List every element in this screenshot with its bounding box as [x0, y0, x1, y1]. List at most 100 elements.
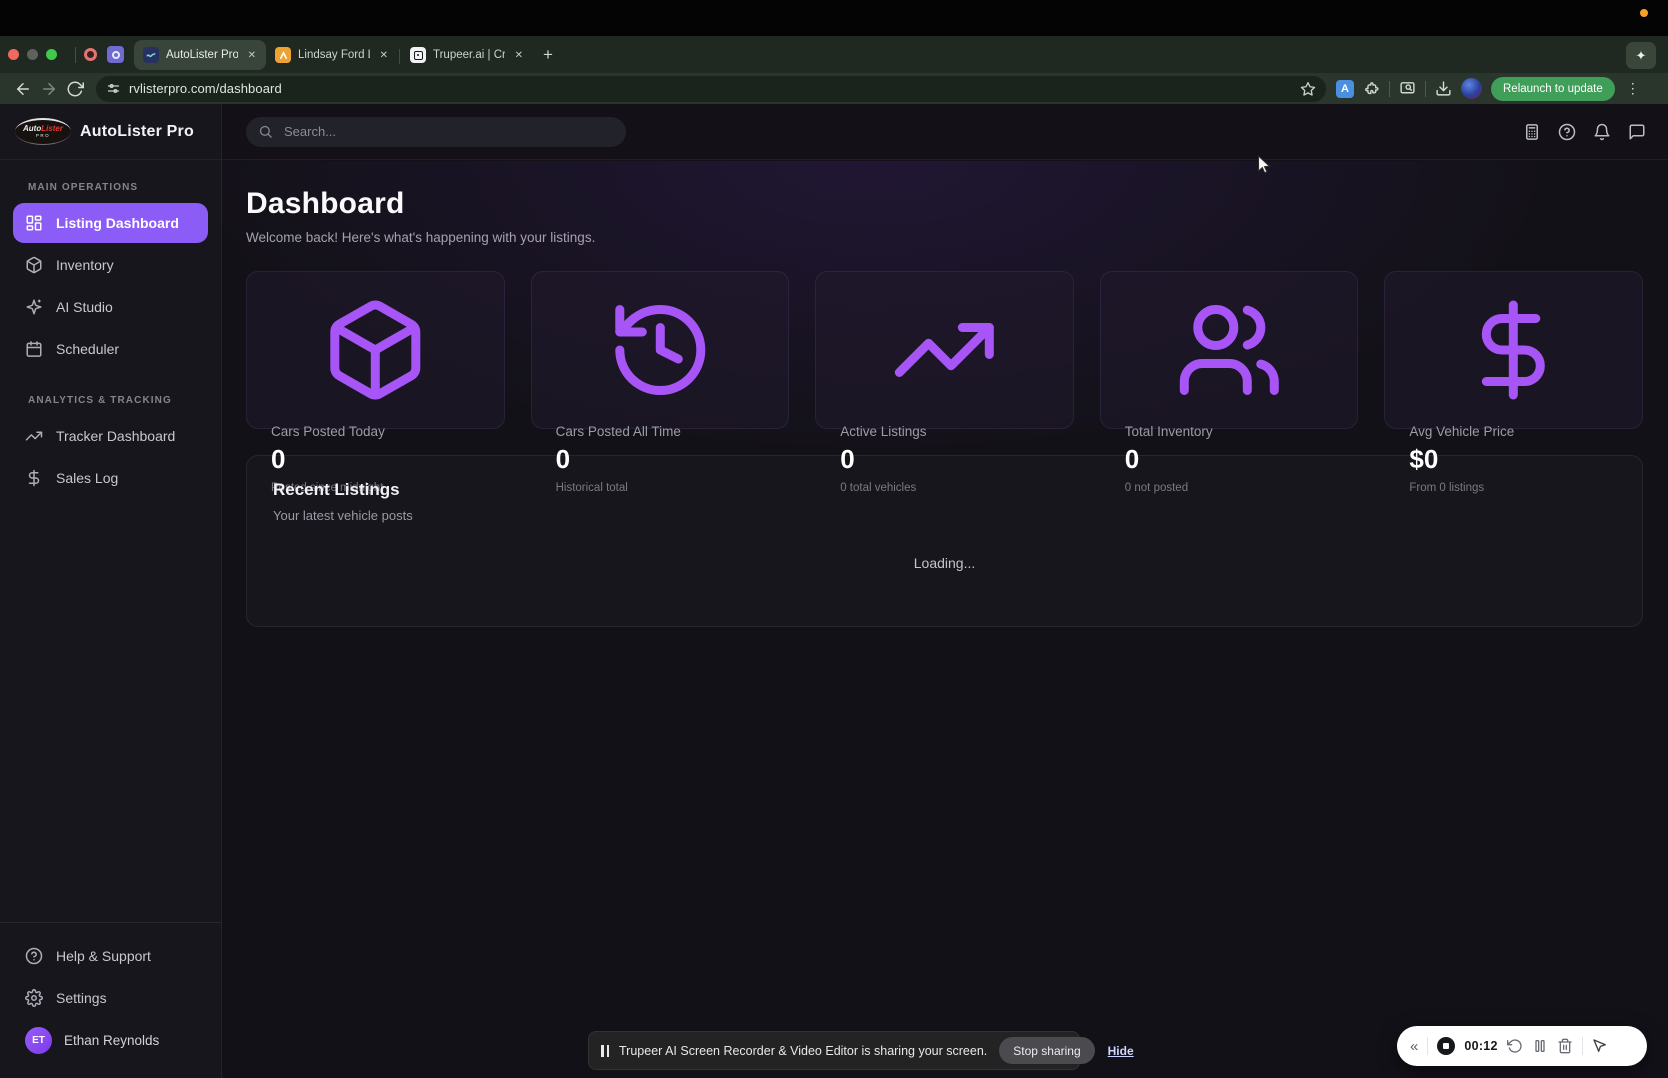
stat-card-cars-posted-all-time: Cars Posted All Time 0 Historical total — [531, 271, 790, 429]
trending-up-icon — [840, 296, 1049, 404]
screen-search-icon[interactable] — [1399, 80, 1416, 97]
stop-record-button[interactable] — [1437, 1037, 1455, 1055]
browser-extension-indicators — [84, 36, 124, 73]
stat-label: Avg Vehicle Price — [1409, 424, 1618, 439]
scheduler-icon — [25, 340, 43, 358]
url-text[interactable]: rvlisterpro.com/dashboard — [129, 81, 1300, 96]
zoom-window-button[interactable] — [46, 49, 57, 60]
stop-sharing-button[interactable]: Stop sharing — [999, 1037, 1094, 1064]
page-subtitle: Welcome back! Here's what's happening wi… — [246, 230, 1643, 245]
help-circle-icon[interactable] — [1558, 123, 1576, 141]
main-area: Dashboard Welcome back! Here's what's ha… — [222, 104, 1668, 1078]
relaunch-button[interactable]: Relaunch to update — [1491, 77, 1615, 101]
app-header — [222, 104, 1668, 160]
bookmark-star-icon[interactable] — [1300, 81, 1316, 97]
stat-value: 0 — [840, 444, 1049, 475]
sidebar-item-listing-dashboard[interactable]: Listing Dashboard — [13, 203, 208, 243]
history-icon — [556, 296, 765, 404]
avatar: ET — [25, 1027, 52, 1054]
new-tab-button[interactable]: + — [543, 45, 553, 65]
site-settings-icon[interactable] — [106, 81, 121, 96]
browser-toolbar: rvlisterpro.com/dashboard A Relaunch to … — [0, 73, 1668, 104]
pointer-tool-icon[interactable] — [1592, 1038, 1608, 1054]
recording-indicator-dot — [1640, 9, 1648, 17]
collapse-icon[interactable]: « — [1410, 1039, 1418, 1054]
a-extension-icon[interactable]: A — [1336, 80, 1354, 98]
hide-link[interactable]: Hide — [1108, 1044, 1134, 1058]
calculator-icon[interactable] — [1523, 123, 1541, 141]
stat-label: Total Inventory — [1125, 424, 1334, 439]
reload-icon[interactable] — [66, 80, 84, 98]
sidebar-item-tracker-dashboard[interactable]: Tracker Dashboard — [13, 416, 208, 456]
search-bar[interactable] — [246, 117, 626, 147]
sidebar-item-settings[interactable]: Settings — [13, 977, 208, 1019]
chat-icon[interactable] — [1628, 123, 1646, 141]
sidebar-item-label: Scheduler — [56, 341, 119, 357]
user-menu[interactable]: ET Ethan Reynolds — [0, 1019, 221, 1068]
close-tab-icon[interactable]: ✕ — [377, 49, 391, 62]
extensions-puzzle-icon[interactable] — [1363, 80, 1380, 97]
app-window: AutoLister PRO AutoLister Pro MAIN OPERA… — [0, 104, 1668, 1078]
recent-listings-subtitle: Your latest vehicle posts — [273, 508, 1616, 523]
tab-trupeer[interactable]: Trupeer.ai | Create Product V ✕ — [401, 40, 533, 70]
sidebar-item-help-support[interactable]: Help & Support — [13, 935, 208, 977]
brand: AutoLister PRO AutoLister Pro — [0, 104, 221, 160]
help-icon — [25, 947, 43, 965]
stat-label: Cars Posted All Time — [556, 424, 765, 439]
sidebar-item-label: Inventory — [56, 257, 114, 273]
tab-lindsay-ford[interactable]: Lindsay Ford LLC in Silver Sp ✕ — [266, 40, 398, 70]
forward-icon[interactable] — [40, 80, 58, 98]
tab-organizer-sparkle-button[interactable]: ✦ — [1626, 42, 1656, 69]
divider — [75, 47, 76, 63]
back-icon[interactable] — [14, 80, 32, 98]
close-tab-icon[interactable]: ✕ — [512, 49, 526, 62]
browser-chrome: AutoLister Pro 2.0 - Faceboo ✕ Lindsay F… — [0, 36, 1668, 104]
mouse-cursor — [1257, 155, 1272, 176]
tab-separator — [399, 49, 400, 64]
divider — [1425, 81, 1426, 97]
user-name: Ethan Reynolds — [64, 1033, 159, 1048]
divider — [1389, 81, 1390, 97]
minimize-window-button[interactable] — [27, 49, 38, 60]
toolbar-right-cluster: A Relaunch to update ⋮ — [1336, 77, 1640, 101]
autolister-favicon — [143, 47, 159, 63]
sidebar-item-label: AI Studio — [56, 299, 113, 315]
dashboard-content: Dashboard Welcome back! Here's what's ha… — [222, 161, 1668, 1078]
sidebar-item-label: Listing Dashboard — [56, 215, 179, 231]
stat-card-cars-posted-today: Cars Posted Today 0 Posted since midnigh… — [246, 271, 505, 429]
stat-sub: Historical total — [556, 482, 765, 494]
recorder-toolbar: « 00:12 — [1397, 1026, 1647, 1066]
brand-name: AutoLister Pro — [80, 123, 194, 141]
sales-icon — [25, 469, 43, 487]
pause-recording-icon[interactable] — [1532, 1038, 1548, 1054]
tab-autolister[interactable]: AutoLister Pro 2.0 - Faceboo ✕ — [134, 40, 266, 70]
stat-card-avg-vehicle-price: Avg Vehicle Price $0 From 0 listings — [1384, 271, 1643, 429]
close-tab-icon[interactable]: ✕ — [245, 49, 259, 62]
screen: AutoLister Pro 2.0 - Faceboo ✕ Lindsay F… — [0, 0, 1668, 1078]
macos-menubar — [0, 0, 1668, 36]
record-extension-icon[interactable] — [84, 48, 97, 61]
sidebar-item-sales-log[interactable]: Sales Log — [13, 458, 208, 498]
dollar-icon — [1409, 296, 1618, 404]
browser-profile-avatar[interactable] — [1461, 78, 1482, 99]
tab-title: AutoLister Pro 2.0 - Faceboo — [166, 49, 238, 61]
purple-extension-icon[interactable] — [107, 46, 124, 63]
inventory-icon — [25, 256, 43, 274]
settings-icon — [25, 989, 43, 1007]
sidebar-footer: Help & Support Settings ET Ethan Reynold… — [0, 922, 221, 1078]
notifications-bell-icon[interactable] — [1593, 123, 1611, 141]
stat-sub: From 0 listings — [1409, 482, 1618, 494]
delete-recording-icon[interactable] — [1557, 1038, 1573, 1054]
sidebar-item-inventory[interactable]: Inventory — [13, 245, 208, 285]
search-input[interactable] — [282, 123, 614, 140]
restart-recording-icon[interactable] — [1507, 1038, 1523, 1054]
stat-label: Active Listings — [840, 424, 1049, 439]
close-window-button[interactable] — [8, 49, 19, 60]
downloads-icon[interactable] — [1435, 80, 1452, 97]
browser-menu-icon[interactable]: ⋮ — [1626, 80, 1640, 97]
sidebar-item-scheduler[interactable]: Scheduler — [13, 329, 208, 369]
address-bar[interactable]: rvlisterpro.com/dashboard — [96, 76, 1326, 102]
lindsay-ford-favicon — [275, 47, 291, 63]
ai-studio-icon — [25, 298, 43, 316]
sidebar-item-ai-studio[interactable]: AI Studio — [13, 287, 208, 327]
